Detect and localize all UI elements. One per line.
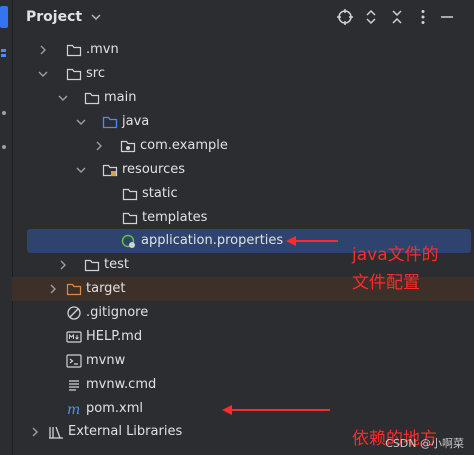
chevron-right-icon[interactable] — [56, 258, 70, 272]
tree-item-help-md[interactable]: HELP.md — [12, 325, 474, 349]
tree-item-templates[interactable]: templates — [12, 206, 474, 230]
chevron-down-icon[interactable] — [90, 9, 102, 25]
tree-item-label: resources — [122, 162, 186, 177]
text-file-icon — [69, 380, 79, 391]
source-folder-icon — [102, 116, 118, 129]
chevron-down-icon[interactable] — [36, 67, 50, 81]
tree-item-resources[interactable]: resources — [12, 158, 474, 182]
excluded-folder-icon — [66, 283, 82, 296]
folder-icon — [84, 92, 100, 105]
annotation-text: 文件配置 — [352, 273, 420, 293]
tree-item-com-example[interactable]: com.example — [12, 134, 474, 158]
markdown-icon — [66, 331, 82, 343]
tree-item-main[interactable]: main — [12, 86, 474, 110]
resources-folder-icon — [102, 164, 118, 177]
tree-item-label: HELP.md — [86, 329, 143, 344]
shell-script-icon — [66, 354, 82, 368]
tree-item-label: pom.xml — [86, 401, 143, 416]
tree-item-label: application.properties — [141, 233, 284, 248]
tree-item-mvn[interactable]: .mvn — [12, 38, 474, 62]
tree-item-label: mvn — [90, 42, 119, 57]
tree-item-label: External Libraries — [68, 424, 183, 439]
tree-item-label: src — [86, 66, 105, 81]
project-tool-icon[interactable] — [0, 6, 8, 28]
more-options-icon[interactable] — [414, 8, 432, 26]
chevron-right-icon[interactable] — [92, 139, 106, 153]
tree-item-label: target — [86, 281, 126, 296]
folder-icon — [84, 259, 100, 272]
folder-icon — [66, 68, 82, 81]
library-icon — [49, 426, 63, 439]
annotation-arrow — [286, 236, 338, 246]
tree-item-java[interactable]: java — [12, 110, 474, 134]
tree-item-label: test — [104, 257, 129, 272]
chevron-down-icon[interactable] — [56, 91, 70, 105]
chevron-down-icon[interactable] — [74, 115, 88, 129]
tree-item-label: static — [142, 186, 178, 201]
watermark: CSDN @小啊菜 — [385, 437, 464, 450]
chevron-down-icon[interactable] — [74, 163, 88, 177]
tree-item-src[interactable]: src — [12, 62, 474, 86]
structure-tool-icon[interactable] — [0, 48, 8, 60]
tree-item-label: templates — [142, 210, 208, 225]
collapse-all-icon[interactable] — [388, 8, 406, 26]
svg-text:m: m — [67, 402, 80, 417]
commit-tool-icon[interactable] — [0, 142, 8, 152]
tree-item-label: com.example — [140, 138, 228, 153]
tree-item-gitignore[interactable]: .gitignore — [12, 301, 474, 325]
tree-item-mvnw-cmd[interactable]: mvnw.cmd — [12, 373, 474, 397]
expand-all-icon[interactable] — [362, 8, 380, 26]
chevron-right-icon[interactable] — [46, 282, 60, 296]
tree-item-label: .gitignore — [86, 305, 149, 320]
tree-item-static[interactable]: static — [12, 182, 474, 206]
chevron-right-icon[interactable] — [36, 43, 50, 57]
hide-icon[interactable] — [438, 8, 456, 26]
tree-item-label: java — [122, 114, 150, 129]
tree-item-label: mvnw.cmd — [86, 377, 157, 392]
tree-item-label: main — [104, 90, 137, 105]
annotation-arrow — [222, 405, 330, 415]
spring-properties-icon — [121, 234, 135, 248]
folder-icon — [122, 212, 138, 225]
project-header: Project — [12, 0, 474, 36]
locate-icon[interactable] — [336, 8, 354, 26]
folder-icon — [122, 188, 138, 201]
maven-icon: m — [67, 402, 80, 417]
annotation-text: java文件的 — [352, 245, 439, 265]
ignore-file-icon — [67, 306, 81, 320]
bookmarks-tool-icon[interactable] — [0, 108, 8, 118]
project-title[interactable]: Project — [26, 9, 82, 25]
tree-item-mvnw[interactable]: mvnw — [12, 349, 474, 373]
package-icon — [120, 140, 136, 153]
folder-icon — [66, 44, 82, 57]
tree-item-label: mvnw — [86, 353, 126, 368]
chevron-right-icon[interactable] — [28, 425, 42, 439]
